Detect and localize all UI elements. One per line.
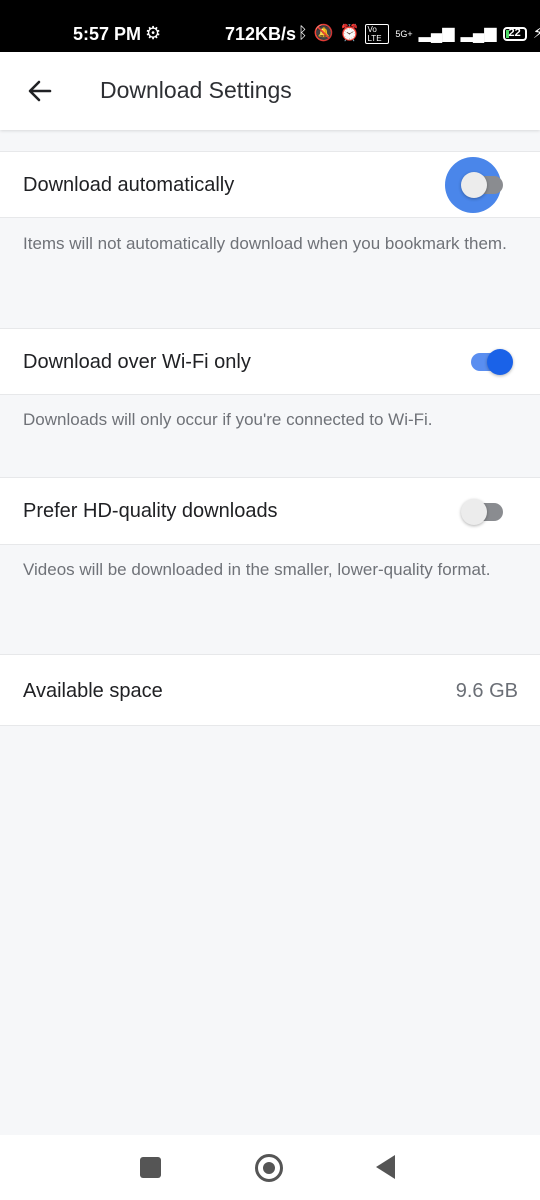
battery-level: 22 [508, 27, 521, 39]
status-time: 5:57 PM [73, 24, 142, 44]
bluetooth-icon: ᛒ [298, 25, 308, 42]
available-space-label: Available space [23, 680, 163, 702]
battery-icon: 22 [502, 27, 527, 41]
setting-row-hd-quality[interactable]: Prefer HD-quality downloads [0, 477, 540, 545]
setting-label: Prefer HD-quality downloads [23, 500, 278, 522]
mute-icon: 🔕 [313, 25, 334, 42]
arrow-left-icon [28, 80, 52, 102]
recents-square-icon[interactable] [140, 1157, 161, 1178]
signal-icon: ▂▄▆ [460, 25, 497, 42]
setting-description: Items will not automatically download wh… [23, 234, 507, 253]
setting-row-download-automatically[interactable]: Download automatically [0, 151, 540, 218]
charging-icon: ⚡ [532, 25, 540, 42]
hd-quality-toggle[interactable] [459, 494, 515, 530]
signal-icon: ▂▄▆ [418, 25, 455, 42]
setting-description: Videos will be downloaded in the smaller… [23, 560, 491, 579]
page-title: Download Settings [100, 77, 292, 103]
setting-label: Download over Wi-Fi only [23, 351, 251, 373]
setting-description: Downloads will only occur if you're conn… [23, 410, 433, 429]
status-icons: ᛒ 🔕 ⏰ Vo LTE 5G+ ▂▄▆ ▂▄▆ 22 ⚡ [298, 22, 540, 46]
download-automatically-toggle[interactable] [445, 157, 515, 213]
wifi-only-toggle[interactable] [459, 344, 515, 380]
status-bar: 5:57 PM ⚙ 712KB/s ᛒ 🔕 ⏰ Vo LTE 5G+ ▂▄▆ ▂… [0, 0, 540, 52]
available-space-value: 9.6 GB [455, 680, 518, 702]
back-button[interactable] [22, 73, 58, 109]
setting-row-wifi-only[interactable]: Download over Wi-Fi only [0, 328, 540, 395]
home-circle-icon[interactable] [255, 1154, 283, 1182]
settings-gear-icon: ⚙ [145, 23, 162, 43]
back-triangle-icon[interactable] [376, 1155, 395, 1179]
system-nav-bar [0, 1135, 540, 1200]
available-space-row: Available space 9.6 GB [0, 654, 540, 726]
setting-label: Download automatically [23, 174, 235, 196]
network-speed: 712KB/s [225, 24, 297, 44]
alarm-icon: ⏰ [339, 25, 360, 42]
volte-icon: Vo LTE [365, 24, 390, 44]
network-type-icon: 5G+ [395, 29, 413, 39]
app-bar: Download Settings [0, 52, 540, 130]
